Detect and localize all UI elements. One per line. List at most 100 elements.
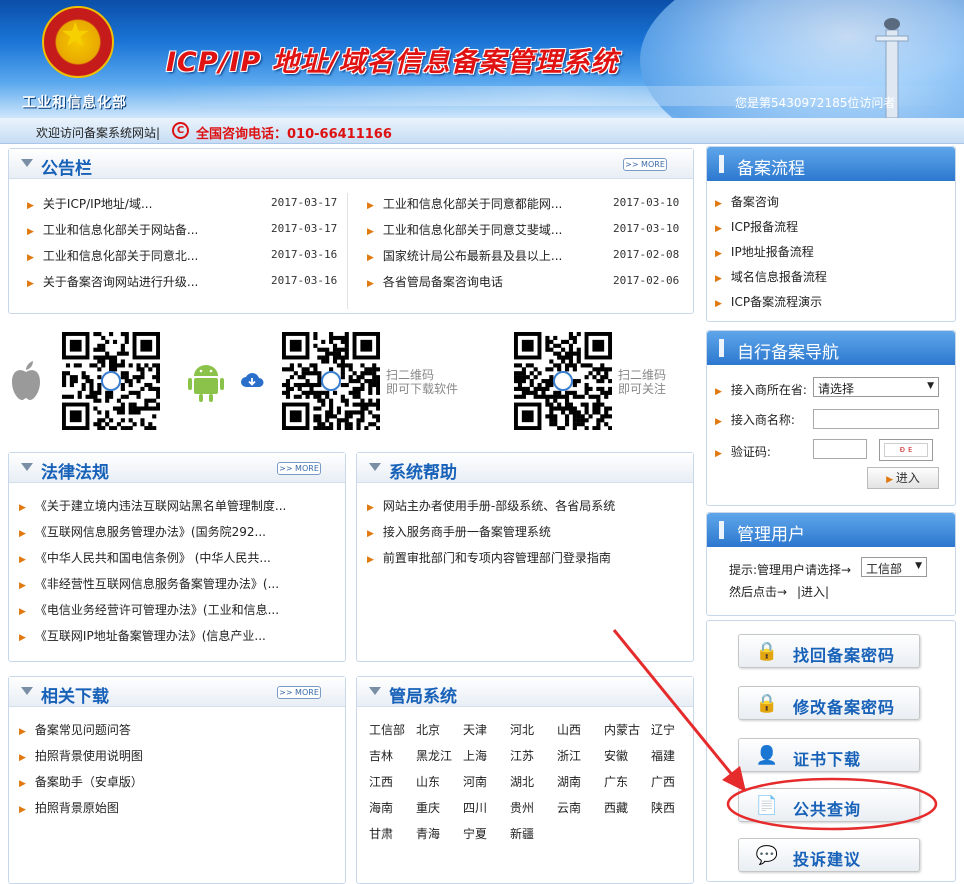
android-icon[interactable] — [188, 362, 224, 402]
bureau-link[interactable]: 山西 — [557, 721, 581, 738]
download-item[interactable]: ▶ 备案常见问题问答 — [19, 721, 131, 738]
law-item[interactable]: ▶ 《中华人民共和国电信条例》 (中华人民共... — [19, 549, 271, 566]
captcha-input[interactable] — [813, 439, 867, 459]
qr-pattern — [62, 332, 161, 431]
admin-title: 管理用户 — [737, 525, 805, 545]
bureau-link[interactable]: 内蒙古 — [604, 721, 640, 738]
help-item[interactable]: ▶ 接入服务商手册一备案管理系统 — [367, 523, 551, 540]
bureau-link[interactable]: 贵州 — [510, 799, 534, 816]
bureau-link[interactable]: 安徽 — [604, 747, 628, 764]
action-label: 公共查询 — [793, 800, 862, 819]
law-more-button[interactable]: >> MORE — [277, 462, 321, 475]
bureau-link[interactable]: 广西 — [651, 773, 675, 790]
bureau-link[interactable]: 新疆 — [510, 825, 534, 842]
bulletin-more-button[interactable]: >> MORE — [623, 158, 667, 171]
bureau-link[interactable]: 上海 — [463, 747, 487, 764]
bulletin-item[interactable]: ▶ 工业和信息化部关于同意北... — [27, 247, 198, 264]
bureau-link[interactable]: 四川 — [463, 799, 487, 816]
action-button-5[interactable]: 💬 投诉建议 — [738, 838, 920, 872]
bureau-link[interactable]: 陕西 — [651, 799, 675, 816]
law-item[interactable]: ▶ 《非经营性互联网信息服务备案管理办法》(... — [19, 575, 279, 592]
admin-panel: 管理用户 提示:管理用户请选择→ 工信部 ▼ 然后点击→ |进入| — [706, 512, 956, 616]
arrow-right-icon: ▶ — [27, 253, 34, 263]
ios-qr-code — [62, 332, 161, 431]
bureau-link[interactable]: 江西 — [369, 773, 393, 790]
process-item[interactable]: ▶ ICP备案流程演示 — [715, 293, 822, 310]
law-item[interactable]: ▶ 《互联网IP地址备案管理办法》(信息产业... — [19, 627, 266, 644]
bulletin-item[interactable]: ▶ 各省管局备案咨询电话 — [367, 273, 503, 290]
page: ★ 工业和信息化部 ICP/IP 地址/域名信息备案管理系统 您是第543097… — [0, 0, 964, 884]
bulletin-item[interactable]: ▶ 工业和信息化部关于同意艾斐域... — [367, 221, 562, 238]
arrow-right-icon: ▶ — [715, 224, 722, 234]
admin-select[interactable]: 工信部 ▼ — [861, 557, 927, 577]
download-item[interactable]: ▶ 拍照背景使用说明图 — [19, 747, 143, 764]
arrow-right-icon: ▶ — [715, 299, 722, 309]
law-item[interactable]: ▶ 《电信业务经营许可管理办法》(工业和信息... — [19, 601, 279, 618]
downloads-title: 相关下载 — [41, 687, 109, 707]
help-item[interactable]: ▶ 前置审批部门和专项内容管理部门登录指南 — [367, 549, 611, 566]
admin-enter-link[interactable]: |进入| — [797, 583, 829, 600]
law-item[interactable]: ▶ 《关于建立境内违法互联网站黑名单管理制度... — [19, 497, 286, 514]
bulletin-item[interactable]: ▶ 工业和信息化部关于同意都能网... — [367, 195, 562, 212]
bureau-link[interactable]: 湖北 — [510, 773, 534, 790]
arrow-right-icon: ▶ — [19, 503, 26, 513]
bureau-link[interactable]: 北京 — [416, 721, 440, 738]
welcome-text: 欢迎访问备案系统网站| — [36, 126, 161, 140]
self-filing-enter-button[interactable]: ▶ 进入 — [867, 467, 939, 489]
bureau-link[interactable]: 重庆 — [416, 799, 440, 816]
province-select[interactable]: 请选择 ▼ — [813, 377, 939, 397]
bureau-link[interactable]: 宁夏 — [463, 825, 487, 842]
process-item[interactable]: ▶ IP地址报备流程 — [715, 243, 814, 260]
action-button-2[interactable]: 🔒 修改备案密码 — [738, 686, 920, 720]
bureau-link[interactable]: 甘肃 — [369, 825, 393, 842]
provider-name-input[interactable] — [813, 409, 939, 429]
bureau-link[interactable]: 山东 — [416, 773, 440, 790]
follow-hint: 扫二维码 即可关注 — [618, 368, 667, 396]
action-button-3[interactable]: 👤 证书下载 — [738, 738, 920, 772]
bulletin-item[interactable]: ▶ 工业和信息化部关于网站备... — [27, 221, 198, 238]
help-item[interactable]: ▶ 网站主办者使用手册-部级系统、各省局系统 — [367, 497, 615, 514]
bureau-link[interactable]: 河北 — [510, 721, 534, 738]
bureau-link[interactable]: 广东 — [604, 773, 628, 790]
arrow-right-icon: ▶ — [27, 279, 34, 289]
lock-icon: 🔒 — [755, 641, 779, 662]
process-item[interactable]: ▶ 备案咨询 — [715, 193, 779, 210]
process-item[interactable]: ▶ 域名信息报备流程 — [715, 268, 827, 285]
bureau-link[interactable]: 江苏 — [510, 747, 534, 764]
captcha-label: ▶ 验证码: — [715, 445, 771, 459]
bureau-link[interactable]: 天津 — [463, 721, 487, 738]
bulletin-item[interactable]: ▶ 关于备案咨询网站进行升级... — [27, 273, 198, 290]
download-item[interactable]: ▶ 备案助手（安卓版） — [19, 773, 143, 790]
bulletin-date: 2017-03-16 — [271, 248, 338, 261]
bureau-link[interactable]: 海南 — [369, 799, 393, 816]
bureau-link[interactable]: 西藏 — [604, 799, 628, 816]
law-item[interactable]: ▶ 《互联网信息服务管理办法》(国务院292... — [19, 523, 266, 540]
bureau-link[interactable]: 工信部 — [369, 721, 405, 738]
bureau-link[interactable]: 吉林 — [369, 747, 393, 764]
bureau-link[interactable]: 青海 — [416, 825, 440, 842]
process-item[interactable]: ▶ ICP报备流程 — [715, 218, 798, 235]
help-panel: 系统帮助 ▶ 网站主办者使用手册-部级系统、各省局系统 ▶ 接入服务商手册一备案管理系… — [356, 452, 694, 662]
cloud-download-icon[interactable] — [240, 372, 264, 388]
bureau-link[interactable]: 黑龙江 — [416, 747, 452, 764]
bulletin-item[interactable]: ▶ 国家统计局公布最新县及县以上... — [367, 247, 562, 264]
bulletin-panel: 公告栏 >> MORE ▶ 关于ICP/IP地址/域... 2017-03-17 ▶ 工… — [8, 148, 694, 314]
bulletin-item[interactable]: ▶ 关于ICP/IP地址/域... — [27, 195, 152, 212]
bureau-link[interactable]: 湖南 — [557, 773, 581, 790]
hotline-text: 全国咨询电话：010-66411166 — [196, 127, 392, 142]
download-item[interactable]: ▶ 拍照背景原始图 — [19, 799, 119, 816]
user-certificate-icon: 👤 — [755, 745, 779, 766]
arrow-right-icon: ▶ — [19, 581, 26, 591]
bureau-link[interactable]: 辽宁 — [651, 721, 675, 738]
bureau-link[interactable]: 浙江 — [557, 747, 581, 764]
captcha-image[interactable]: ᴆ ᴇ — [879, 439, 933, 461]
apple-icon[interactable] — [10, 360, 42, 400]
action-button-1[interactable]: 🔒 找回备案密码 — [738, 634, 920, 668]
bureau-link[interactable]: 福建 — [651, 747, 675, 764]
ministry-name: 工业和信息化部 — [22, 95, 127, 111]
downloads-panel: 相关下载 >> MORE ▶ 备案常见问题问答 ▶ 拍照背景使用说明图 ▶ 备案助手（安卓… — [8, 676, 346, 884]
downloads-more-button[interactable]: >> MORE — [277, 686, 321, 699]
bureau-link[interactable]: 河南 — [463, 773, 487, 790]
bureau-link[interactable]: 云南 — [557, 799, 581, 816]
action-button-4[interactable]: 📄 公共查询 — [738, 788, 920, 822]
